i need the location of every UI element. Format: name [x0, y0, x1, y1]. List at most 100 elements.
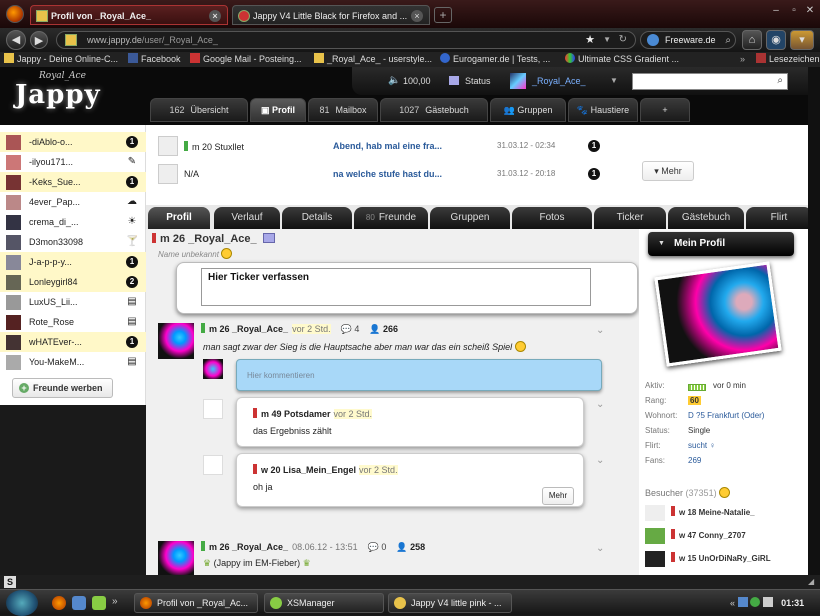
comment-options-chevron-icon[interactable]: ⌄: [596, 455, 604, 466]
friend-name[interactable]: J-a-p-p-y...: [29, 252, 72, 272]
profile-card-icon[interactable]: [262, 233, 275, 243]
back-icon[interactable]: ◀: [6, 30, 26, 50]
addon-icon[interactable]: ◉: [766, 30, 786, 50]
desktop-quicklaunch-icon[interactable]: [72, 596, 86, 610]
volume-icon[interactable]: [762, 597, 773, 607]
taskbar-item[interactable]: XSManager: [264, 593, 384, 613]
friend-item[interactable]: Lonleygirl84 2: [0, 272, 146, 292]
profile-tab-fotos[interactable]: Fotos: [512, 207, 592, 229]
site-search-input[interactable]: ⌕: [632, 73, 788, 90]
friend-name[interactable]: Rote_Rose: [29, 312, 74, 332]
post-options-chevron-icon[interactable]: ⌄: [596, 325, 604, 336]
friend-item[interactable]: Rote_Rose ▤: [0, 312, 146, 332]
nav-haustiere[interactable]: 🐾 Haustiere: [568, 98, 638, 122]
post-author-avatar[interactable]: [158, 541, 194, 577]
friend-name[interactable]: wHATEver-...: [29, 332, 82, 352]
friend-item[interactable]: J-a-p-p-y... 1: [0, 252, 146, 272]
bookmarks-menu[interactable]: Lesezeichen: [756, 52, 820, 67]
post-options-chevron-icon[interactable]: ⌄: [596, 543, 604, 554]
friend-item[interactable]: crema_di_... ☀: [0, 212, 146, 232]
visitor-avatar[interactable]: [645, 551, 665, 567]
nav-mailbox[interactable]: 81 Mailbox: [308, 98, 378, 122]
visitor-name[interactable]: w 15 UnOrDiNaRy_GiRL: [671, 549, 771, 569]
home-icon[interactable]: ⌂: [742, 30, 762, 50]
friend-item[interactable]: -diAblo-o... 1: [0, 132, 146, 152]
visitor-item[interactable]: w 15 UnOrDiNaRy_GiRL: [645, 549, 805, 569]
user-avatar[interactable]: [510, 73, 526, 89]
comment-author[interactable]: w 20 Lisa_Mein_Engel: [261, 465, 356, 475]
friend-avatar[interactable]: [6, 215, 21, 230]
nav-profil[interactable]: ▣ Profil: [250, 98, 306, 122]
friend-name[interactable]: You-MakeM...: [29, 352, 84, 372]
mail-subject[interactable]: na welche stufe hast du...: [333, 169, 442, 179]
visitor-item[interactable]: w 18 Meine-Natalie_: [645, 503, 805, 523]
resize-icon[interactable]: ◢: [808, 575, 814, 589]
bookmark-jappy[interactable]: Jappy - Deine Online-C...: [4, 52, 118, 67]
user-menu-dropdown-icon[interactable]: ▼: [610, 76, 618, 85]
profile-tab-flirt[interactable]: Flirt: [746, 207, 812, 229]
search-icon[interactable]: ⌕: [777, 75, 783, 86]
comment-options-chevron-icon[interactable]: ⌄: [596, 399, 604, 410]
history-dropdown-icon[interactable]: ▼: [603, 32, 611, 48]
maximize-icon[interactable]: ▫: [786, 4, 802, 18]
mail-sender[interactable]: N/A: [184, 169, 199, 179]
profile-tab-profil[interactable]: Profil: [148, 207, 210, 229]
firefox-quicklaunch-icon[interactable]: [52, 596, 66, 610]
scrollbar-area[interactable]: [808, 67, 820, 575]
profile-tab-ticker[interactable]: Ticker: [594, 207, 666, 229]
clock[interactable]: 01:31: [781, 598, 804, 608]
status-button[interactable]: Status: [449, 76, 491, 86]
ticker-input[interactable]: Hier Ticker verfassen: [201, 268, 591, 306]
mail-row[interactable]: N/A na welche stufe hast du... 31.03.12 - …: [146, 162, 646, 190]
profile-tab-gästebuch[interactable]: Gästebuch: [668, 207, 744, 229]
friend-avatar[interactable]: [6, 275, 21, 290]
minimize-icon[interactable]: –: [768, 4, 784, 18]
addon-bar-icon[interactable]: S: [4, 576, 16, 588]
visitor-avatar[interactable]: [645, 505, 665, 521]
reload-icon[interactable]: ↻: [619, 32, 627, 48]
friend-avatar[interactable]: [6, 175, 21, 190]
visitor-name[interactable]: w 47 Conny_2707: [671, 526, 746, 546]
profile-tab-details[interactable]: Details: [282, 207, 352, 229]
profile-tab-verlauf[interactable]: Verlauf: [214, 207, 280, 229]
new-tab-button[interactable]: +: [434, 7, 452, 23]
close-window-icon[interactable]: ✕: [802, 4, 818, 18]
friend-avatar[interactable]: [6, 135, 21, 150]
search-engine-box[interactable]: Freeware.de ⌕: [640, 31, 736, 49]
mail-subject[interactable]: Abend, hab mal eine fra...: [333, 141, 442, 151]
friend-name[interactable]: LuxUS_Lii...: [29, 292, 78, 312]
search-icon[interactable]: ⌕: [725, 33, 731, 49]
profile-photo[interactable]: [654, 261, 782, 367]
friend-item[interactable]: wHATEver-... 1: [0, 332, 146, 352]
friend-item[interactable]: You-MakeM... ▤: [0, 352, 146, 372]
tab-profile[interactable]: Profil von _Royal_Ace_ ×: [30, 5, 228, 25]
url-bar[interactable]: www.jappy.de/user/_Royal_Ace_ ★ ▼ ↻: [56, 31, 636, 49]
comment-avatar[interactable]: [203, 399, 223, 419]
profile-tab-freunde[interactable]: 80 Freunde: [354, 207, 428, 229]
friend-avatar[interactable]: [6, 195, 21, 210]
friend-avatar[interactable]: [6, 355, 21, 370]
bookmark-gmail[interactable]: Google Mail - Posteing...: [190, 52, 302, 67]
friend-name[interactable]: D3mon33098: [29, 232, 83, 252]
friend-avatar[interactable]: [6, 335, 21, 350]
nav-add[interactable]: +: [640, 98, 690, 122]
more-bookmarks-icon[interactable]: »: [740, 52, 745, 67]
friend-item[interactable]: 4ever_Pap... ☁: [0, 192, 146, 212]
nav-gruppen[interactable]: 👥 Gruppen: [490, 98, 566, 122]
tray-arrows-icon[interactable]: «: [730, 598, 735, 608]
taskbar-item[interactable]: Profil von _Royal_Ac...: [134, 593, 258, 613]
username-link[interactable]: _Royal_Ace_: [532, 76, 586, 86]
nav-gästebuch[interactable]: 1027 Gästebuch: [380, 98, 488, 122]
mail-row[interactable]: m 20 Stuxllet Abend, hab mal eine fra... 3…: [146, 134, 646, 162]
post-author[interactable]: m 26 _Royal_Ace_: [209, 324, 288, 334]
more-quicklaunch-icon[interactable]: »: [112, 596, 126, 610]
my-profile-header[interactable]: Mein Profil: [648, 232, 794, 256]
friend-avatar[interactable]: [6, 155, 21, 170]
friend-item[interactable]: -ilyou171... ✎: [0, 152, 146, 172]
invite-friends-button[interactable]: + Freunde werben: [12, 378, 113, 398]
friend-name[interactable]: -diAblo-o...: [29, 132, 73, 152]
visitor-item[interactable]: w 47 Conny_2707: [645, 526, 805, 546]
friend-avatar[interactable]: [6, 315, 21, 330]
profile-tab-gruppen[interactable]: Gruppen: [430, 207, 510, 229]
post-author[interactable]: m 26 _Royal_Ace_: [209, 542, 288, 552]
